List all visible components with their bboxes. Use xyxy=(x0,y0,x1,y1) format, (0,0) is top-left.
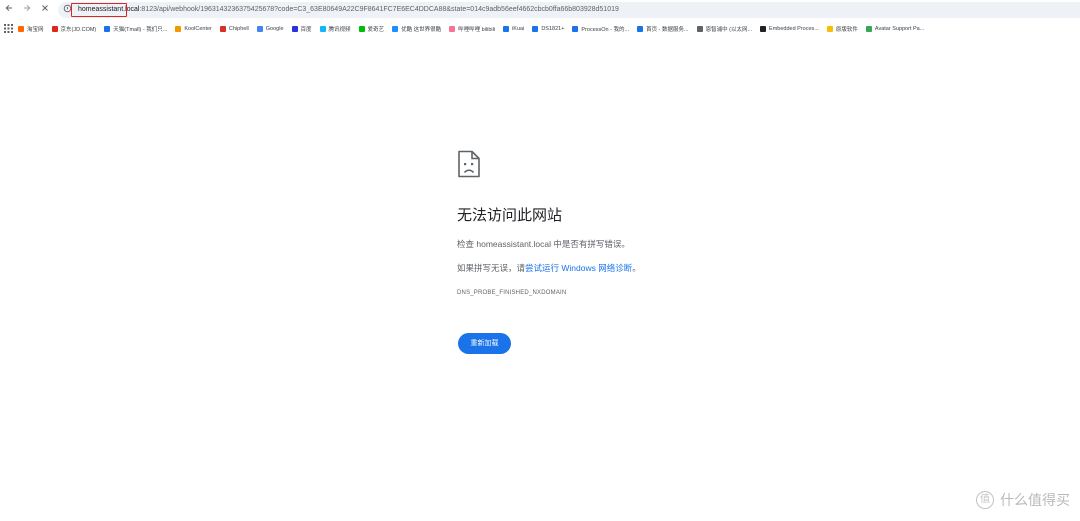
bookmark-item[interactable]: 京东(JD.COM) xyxy=(51,21,97,37)
bookmark-favicon-icon xyxy=(696,26,703,32)
browser-window: homeassistant.local:8123/api/webhook/196… xyxy=(0,0,1080,521)
error-hint-spelling: 检查 homeassistant.local 中是否有拼写错误。 xyxy=(457,239,630,249)
bookmark-label: 爱奇艺 xyxy=(367,27,385,33)
bookmark-favicon-icon xyxy=(104,26,111,32)
bookmark-item[interactable]: 恩智浦中 (以太网... xyxy=(696,21,753,37)
bookmark-label: 恩智浦中 (以太网... xyxy=(705,27,753,33)
bookmark-favicon-icon xyxy=(449,26,456,32)
watermark-logo-icon: 值 xyxy=(976,491,994,509)
bookmark-item[interactable]: 原版软件 xyxy=(826,21,858,37)
bookmark-label: 百度 xyxy=(300,27,312,33)
bookmark-favicon-icon xyxy=(175,26,182,32)
bookmark-favicon-icon xyxy=(503,26,510,32)
bookmark-favicon-icon xyxy=(865,26,872,32)
sad-document-icon xyxy=(458,150,480,178)
bookmark-label: DS1821+ xyxy=(541,26,565,32)
bookmark-item[interactable]: DS1821+ xyxy=(532,21,564,37)
bookmark-label: 天猫(Tmall) - 我们只... xyxy=(113,27,168,33)
arrow-left-icon xyxy=(5,4,12,12)
bookmark-item[interactable]: Chiphell xyxy=(219,21,249,37)
url-host: homeassistant.local xyxy=(78,6,140,13)
bookmark-favicon-icon xyxy=(319,26,326,32)
bookmark-favicon-icon xyxy=(760,26,767,32)
bookmarks-bar: 淘宝网 京东(JD.COM) 天猫(Tmall) - 我们只... KoolCente… xyxy=(0,21,1080,37)
url-text[interactable]: homeassistant.local:8123/api/webhook/196… xyxy=(78,2,619,18)
bookmark-item[interactable]: Google xyxy=(256,21,284,37)
bookmark-favicon-icon xyxy=(18,26,24,32)
arrow-right-icon xyxy=(24,4,31,12)
bookmark-item[interactable]: 腾讯视频 xyxy=(319,21,351,37)
bookmark-favicon-icon xyxy=(637,26,644,32)
stop-button[interactable] xyxy=(38,3,52,17)
bookmark-favicon-icon xyxy=(51,26,58,32)
reload-button[interactable]: 重新加载 xyxy=(458,333,511,354)
bookmark-label: Google xyxy=(265,26,284,32)
bookmark-label: Chiphell xyxy=(228,26,249,32)
bookmark-item[interactable]: 淘宝网 xyxy=(18,21,44,37)
bookmark-item[interactable]: KoolCenter xyxy=(175,21,212,37)
forward-button[interactable] xyxy=(20,3,34,17)
bookmark-item[interactable]: 哔哩哔哩 bilibili xyxy=(449,21,495,37)
close-icon xyxy=(42,5,48,11)
bookmark-favicon-icon xyxy=(572,26,579,32)
back-button[interactable] xyxy=(2,3,16,17)
bookmark-list: 淘宝网 京东(JD.COM) 天猫(Tmall) - 我们只... KoolCente… xyxy=(18,21,932,37)
site-info-icon[interactable] xyxy=(62,4,72,16)
bookmark-label: KoolCenter xyxy=(184,26,212,32)
bookmark-favicon-icon xyxy=(256,26,263,32)
error-title: 无法访问此网站 xyxy=(457,207,563,224)
bookmark-label: 优酷 这世界很酷 xyxy=(401,27,442,33)
bookmark-label: Embedded Proces... xyxy=(769,26,819,32)
bookmark-label: 原版软件 xyxy=(835,27,858,33)
bookmark-item[interactable]: Avatar Support Pa... xyxy=(865,21,925,37)
network-diagnostics-link[interactable]: 尝试运行 Windows 网络诊断 xyxy=(525,263,632,273)
bookmark-label: 京东(JD.COM) xyxy=(60,27,97,33)
diagnose-prefix: 如果拼写无误，请 xyxy=(457,263,526,273)
bookmark-favicon-icon xyxy=(392,26,399,32)
bookmark-item[interactable]: Embedded Proces... xyxy=(760,21,819,37)
address-bar[interactable]: homeassistant.local:8123/api/webhook/196… xyxy=(58,2,1080,18)
bookmark-item[interactable]: 爱奇艺 xyxy=(358,21,385,37)
browser-toolbar: homeassistant.local:8123/api/webhook/196… xyxy=(0,0,1080,20)
bookmark-label: 哔哩哔哩 bilibili xyxy=(458,27,496,33)
url-path: :8123/api/webhook/1963143236375425678?co… xyxy=(139,6,619,13)
bookmark-item[interactable]: 百度 xyxy=(291,21,312,37)
bookmark-item[interactable]: iKuai xyxy=(503,21,524,37)
bookmark-label: 腾讯视频 xyxy=(328,27,351,33)
bookmark-favicon-icon xyxy=(826,26,833,32)
bookmark-label: 首页 - 数据服务... xyxy=(646,27,689,33)
diagnose-suffix: 。 xyxy=(632,263,641,273)
bookmark-favicon-icon xyxy=(358,26,365,32)
bookmark-label: 淘宝网 xyxy=(27,27,44,33)
bookmark-favicon-icon xyxy=(219,26,226,32)
apps-grid-icon[interactable] xyxy=(4,24,13,33)
bookmark-item[interactable]: 优酷 这世界很酷 xyxy=(392,21,441,37)
bookmark-item[interactable]: ProcessOn - 我的... xyxy=(572,21,629,37)
bookmark-label: iKuai xyxy=(512,26,525,32)
bookmark-label: Avatar Support Pa... xyxy=(874,26,925,32)
bookmark-favicon-icon xyxy=(532,26,539,32)
bookmark-label: ProcessOn - 我的... xyxy=(581,27,630,33)
watermark-text: 什么值得买 xyxy=(1000,492,1070,508)
bookmark-item[interactable]: 天猫(Tmall) - 我们只... xyxy=(104,21,167,37)
site-watermark: 值 什么值得买 xyxy=(976,490,1070,510)
bookmark-item[interactable]: 首页 - 数据服务... xyxy=(637,21,689,37)
bookmark-favicon-icon xyxy=(291,26,298,32)
error-hint-diagnose: 如果拼写无误，请尝试运行 Windows 网络诊断。 xyxy=(457,262,641,274)
error-code: DNS_PROBE_FINISHED_NXDOMAIN xyxy=(457,290,567,296)
